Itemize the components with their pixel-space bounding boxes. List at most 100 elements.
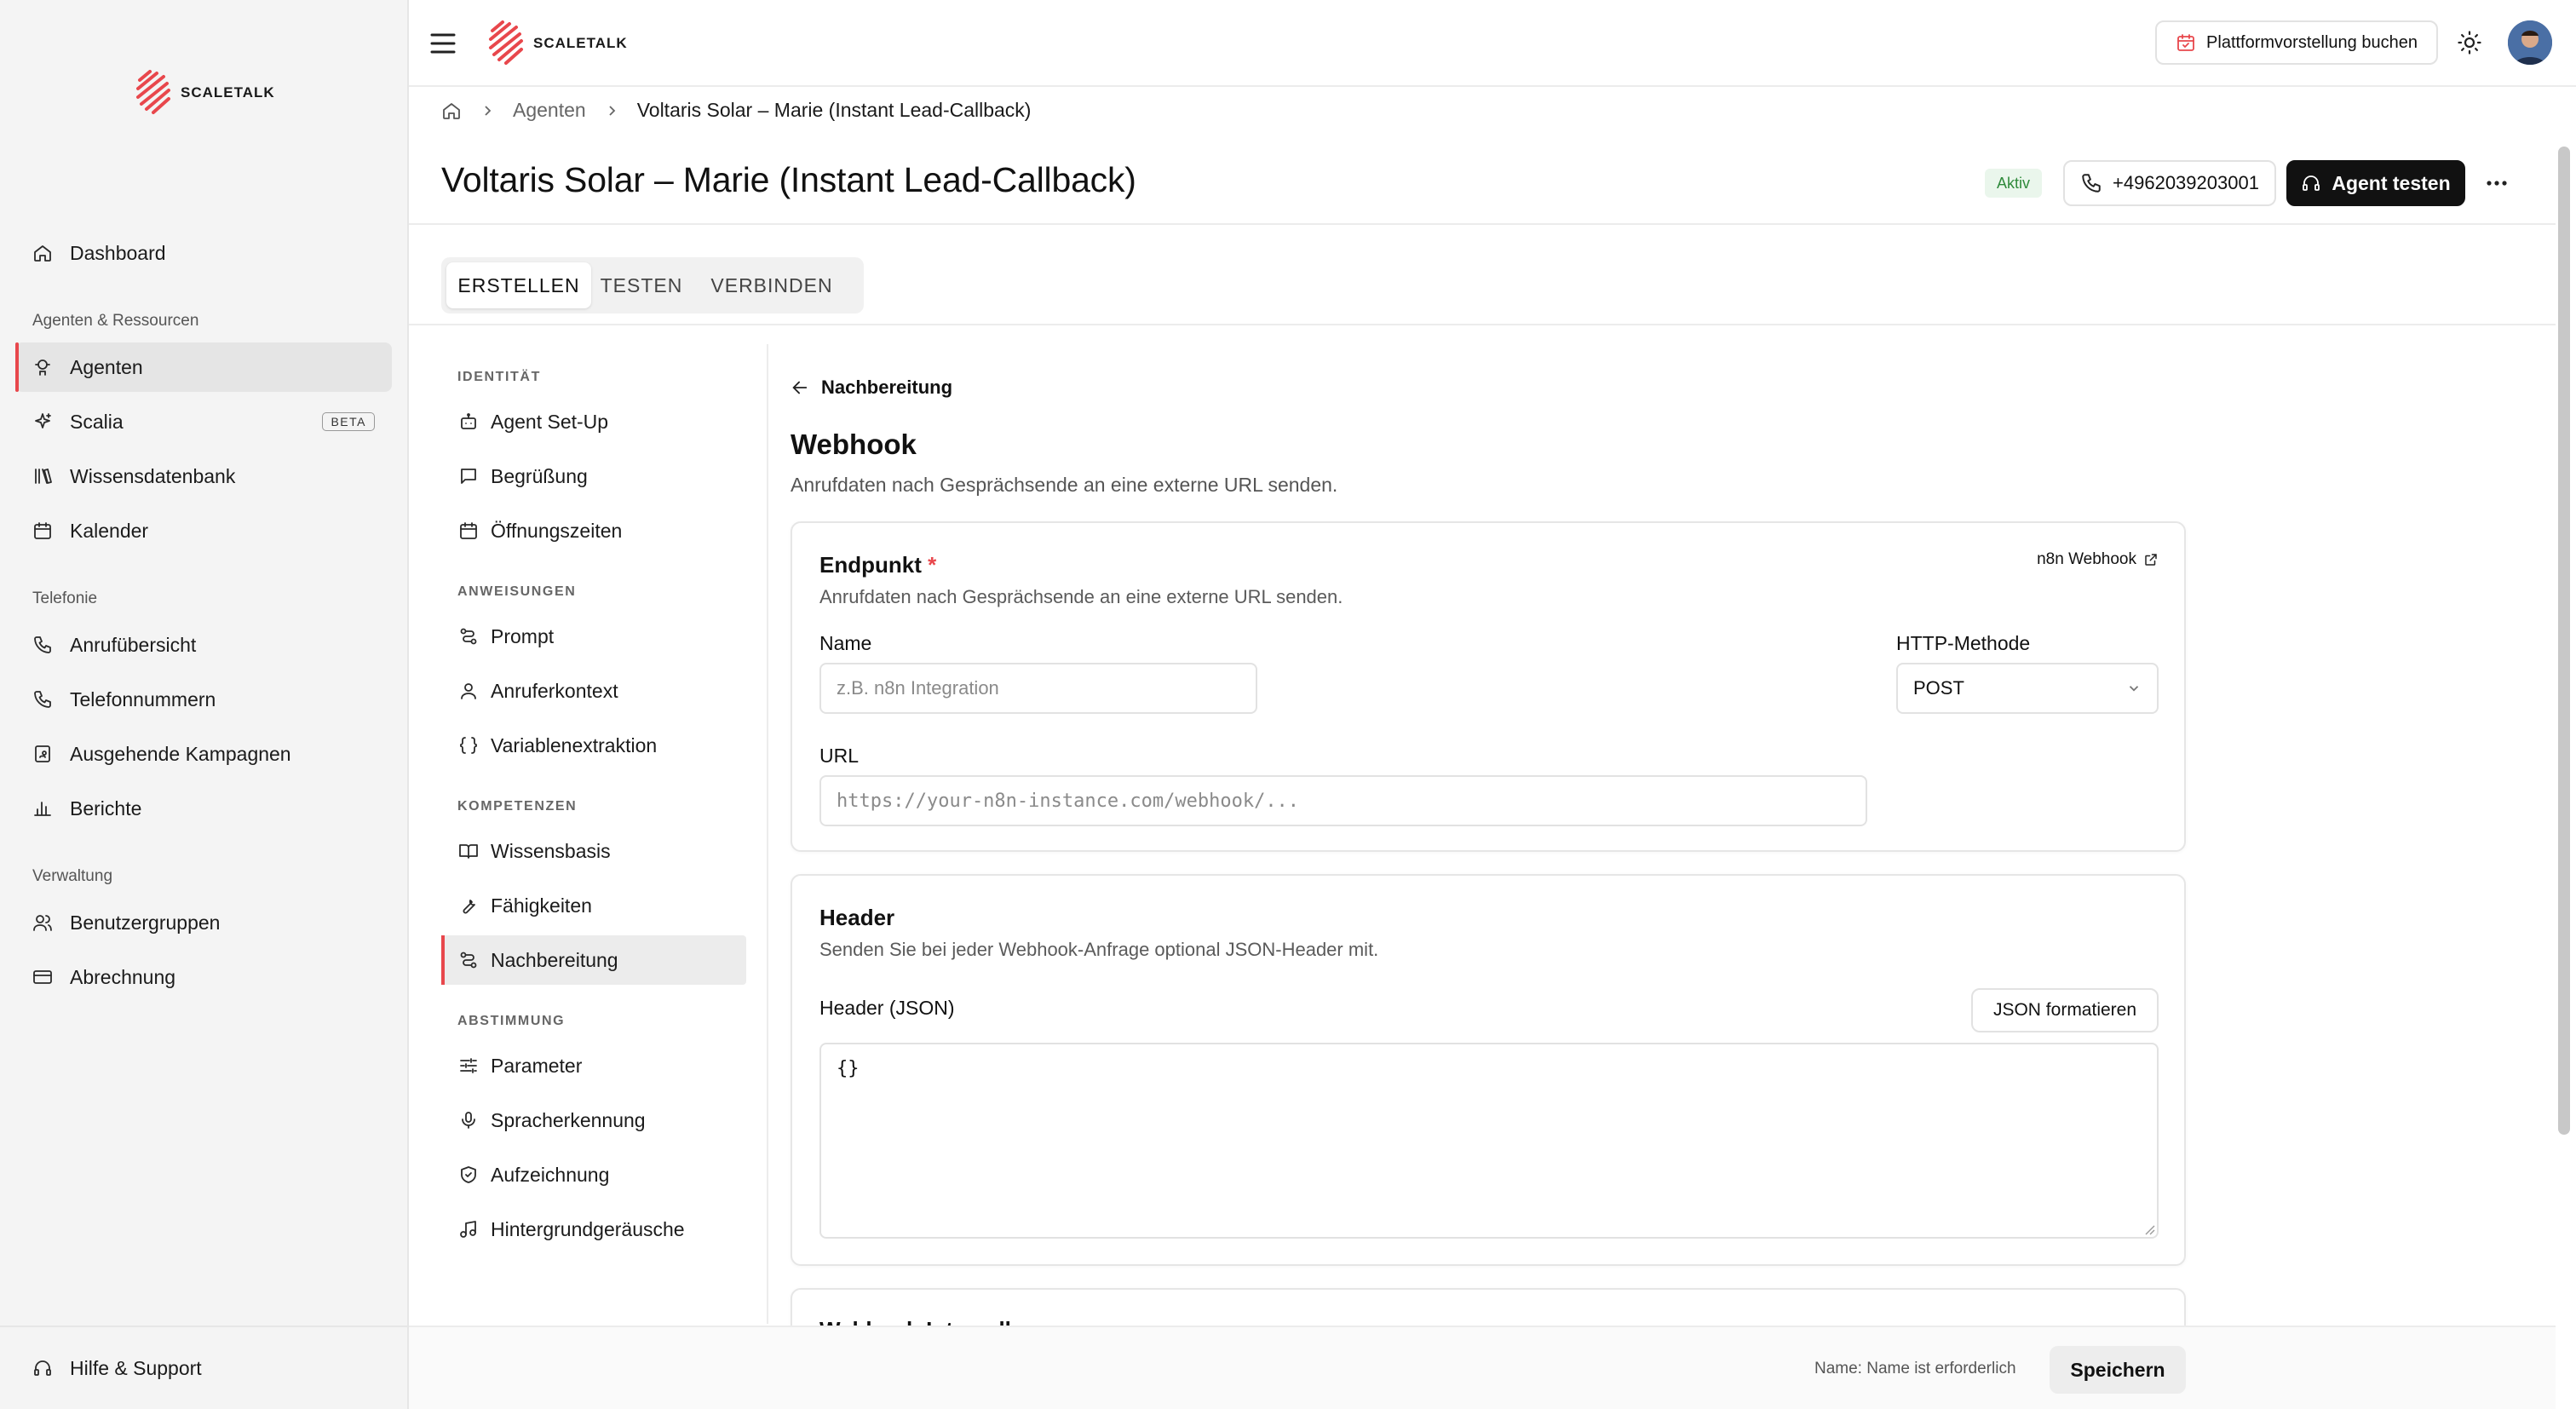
section-description: Anrufdaten nach Gesprächsende an eine ex…: [791, 474, 1338, 496]
subnav-item-label: Öffnungszeiten: [491, 519, 623, 542]
sidebar-item-scalia[interactable]: Scalia BETA: [15, 397, 392, 446]
sidebar-item-label: Ausgehende Kampagnen: [70, 742, 291, 765]
more-options-icon[interactable]: [2484, 172, 2510, 194]
subnav-item-oeffnungszeiten[interactable]: Öffnungszeiten: [441, 506, 746, 555]
page-title: Voltaris Solar – Marie (Instant Lead-Cal…: [441, 160, 1136, 199]
tab-erstellen[interactable]: ERSTELLEN: [446, 262, 591, 308]
beta-badge: BETA: [322, 412, 375, 431]
sidebar-item-agenten[interactable]: Agenten: [15, 342, 392, 392]
brand-name: SCALETALK: [533, 35, 628, 51]
header-json-textarea[interactable]: {}: [819, 1043, 2159, 1239]
sidebar-item-kalender[interactable]: Kalender: [15, 506, 392, 555]
phone-number-button[interactable]: +4962039203001: [2063, 160, 2276, 206]
campaign-icon: [32, 744, 53, 764]
chevron-down-icon: [2126, 681, 2142, 696]
status-badge: Aktiv: [1985, 169, 2043, 198]
n8n-webhook-link[interactable]: n8n Webhook: [2037, 550, 2159, 569]
subnav-item-label: Agent Set-Up: [491, 410, 609, 433]
subnav-item-label: Parameter: [491, 1054, 583, 1077]
subnav-item-begruessung[interactable]: Begrüßung: [441, 451, 746, 501]
subnav-item-parameter[interactable]: Parameter: [441, 1041, 746, 1090]
scaletalk-logo-icon: [135, 70, 172, 116]
back-link[interactable]: Nachbereitung: [791, 377, 952, 399]
sidebar-item-anrufuebersicht[interactable]: Anrufübersicht: [15, 620, 392, 670]
music-icon: [458, 1219, 479, 1239]
sidebar-item-benutzergruppen[interactable]: Benutzergruppen: [15, 898, 392, 947]
sidebar-item-berichte[interactable]: Berichte: [15, 784, 392, 833]
required-marker: *: [928, 552, 937, 578]
sidebar-item-dashboard[interactable]: Dashboard: [15, 228, 392, 278]
home-icon[interactable]: [441, 101, 462, 121]
mode-tabs: ERSTELLEN TESTEN VERBINDEN: [441, 257, 864, 313]
header-title: Header: [819, 905, 895, 930]
users-icon: [32, 912, 53, 933]
sidebar-logo[interactable]: SCALETALK: [135, 70, 275, 116]
shield-check-icon: [458, 1165, 479, 1185]
header-divider: [409, 223, 2556, 225]
topbar-logo[interactable]: SCALETALK: [487, 20, 628, 66]
subnav-item-agent-setup[interactable]: Agent Set-Up: [441, 397, 746, 446]
subnav-item-label: Begrüßung: [491, 464, 588, 487]
header-description: Senden Sie bei jeder Webhook-Anfrage opt…: [819, 939, 1379, 960]
sidebar-item-label: Berichte: [70, 797, 142, 820]
microphone-icon: [458, 1110, 479, 1130]
subnav-item-variablen[interactable]: Variablenextraktion: [441, 721, 746, 770]
back-link-label: Nachbereitung: [821, 377, 953, 398]
resize-handle-icon[interactable]: [2142, 1222, 2155, 1235]
phone-number-label: +4962039203001: [2113, 172, 2259, 193]
sidebar: SCALETALK Dashboard Agenten & Ressourcen…: [0, 0, 409, 1409]
braces-icon: [458, 735, 479, 756]
sidebar-item-wissensdatenbank[interactable]: Wissensdatenbank: [15, 451, 392, 501]
subnav-item-wissensbasis[interactable]: Wissensbasis: [441, 826, 746, 876]
agent-testen-label: Agent testen: [2332, 171, 2451, 194]
name-placeholder: z.B. n8n Integration: [837, 677, 999, 699]
phone-icon: [32, 635, 53, 655]
subnav-item-label: Hintergrundgeräusche: [491, 1217, 685, 1240]
sun-theme-icon[interactable]: [2457, 30, 2482, 55]
breadcrumb-current: Voltaris Solar – Marie (Instant Lead-Cal…: [636, 99, 1032, 121]
subnav-group-anweisungen: ANWEISUNGEN: [457, 584, 577, 599]
scrollbar-thumb[interactable]: [2558, 147, 2570, 1135]
url-label: URL: [819, 745, 860, 767]
subnav-item-anruferkontext[interactable]: Anruferkontext: [441, 666, 746, 716]
subnav-item-nachbereitung[interactable]: Nachbereitung: [441, 935, 746, 985]
avatar[interactable]: [2508, 20, 2552, 65]
credit-card-icon: [32, 967, 53, 987]
subnav-group-kompetenzen: KOMPETENZEN: [457, 799, 578, 814]
http-method-value: POST: [1913, 677, 1964, 699]
hamburger-menu-icon[interactable]: [429, 31, 457, 56]
tab-verbinden[interactable]: VERBINDEN: [693, 262, 850, 308]
book-demo-button[interactable]: Plattformvorstellung buchen: [2155, 20, 2438, 65]
message-square-icon: [458, 466, 479, 486]
breadcrumb-agenten-link[interactable]: Agenten: [513, 99, 586, 122]
endpoint-title-text: Endpunkt: [819, 552, 922, 578]
url-input[interactable]: https://your-n8n-instance.com/webhook/..…: [819, 775, 1867, 826]
subnav-item-prompt[interactable]: Prompt: [441, 612, 746, 661]
agent-testen-button[interactable]: Agent testen: [2286, 160, 2465, 206]
subnav-item-spracherkennung[interactable]: Spracherkennung: [441, 1096, 746, 1145]
library-icon: [32, 466, 53, 486]
json-format-button[interactable]: JSON formatieren: [1971, 988, 2159, 1032]
sidebar-item-abrechnung[interactable]: Abrechnung: [15, 952, 392, 1002]
save-footer: Name: Name ist erforderlich Speichern: [409, 1326, 2556, 1409]
validation-message: Name: Name ist erforderlich: [1814, 1360, 2016, 1377]
subnav-item-label: Wissensbasis: [491, 839, 611, 862]
subnav-item-aufzeichnung[interactable]: Aufzeichnung: [441, 1150, 746, 1199]
http-method-select[interactable]: POST: [1896, 663, 2159, 714]
sidebar-item-kampagnen[interactable]: Ausgehende Kampagnen: [15, 729, 392, 779]
wrench-icon: [458, 895, 479, 916]
sidebar-item-hilfe[interactable]: Hilfe & Support: [15, 1343, 392, 1393]
sidebar-item-label: Abrechnung: [70, 965, 176, 988]
section-title: Webhook: [791, 428, 917, 460]
name-input[interactable]: z.B. n8n Integration: [819, 663, 1257, 714]
tab-testen[interactable]: TESTEN: [595, 262, 688, 308]
subnav-item-hintergrund[interactable]: Hintergrundgeräusche: [441, 1205, 746, 1254]
json-format-label: JSON formatieren: [1992, 1000, 2137, 1020]
sidebar-item-label: Agenten: [70, 355, 143, 378]
save-button[interactable]: Speichern: [2050, 1346, 2186, 1394]
sidebar-item-telefonnummern[interactable]: Telefonnummern: [15, 675, 392, 724]
subnav-item-faehigkeiten[interactable]: Fähigkeiten: [441, 881, 746, 930]
endpoint-description: Anrufdaten nach Gesprächsende an eine ex…: [819, 586, 1343, 607]
phone-icon: [32, 689, 53, 710]
home-icon: [32, 243, 53, 263]
